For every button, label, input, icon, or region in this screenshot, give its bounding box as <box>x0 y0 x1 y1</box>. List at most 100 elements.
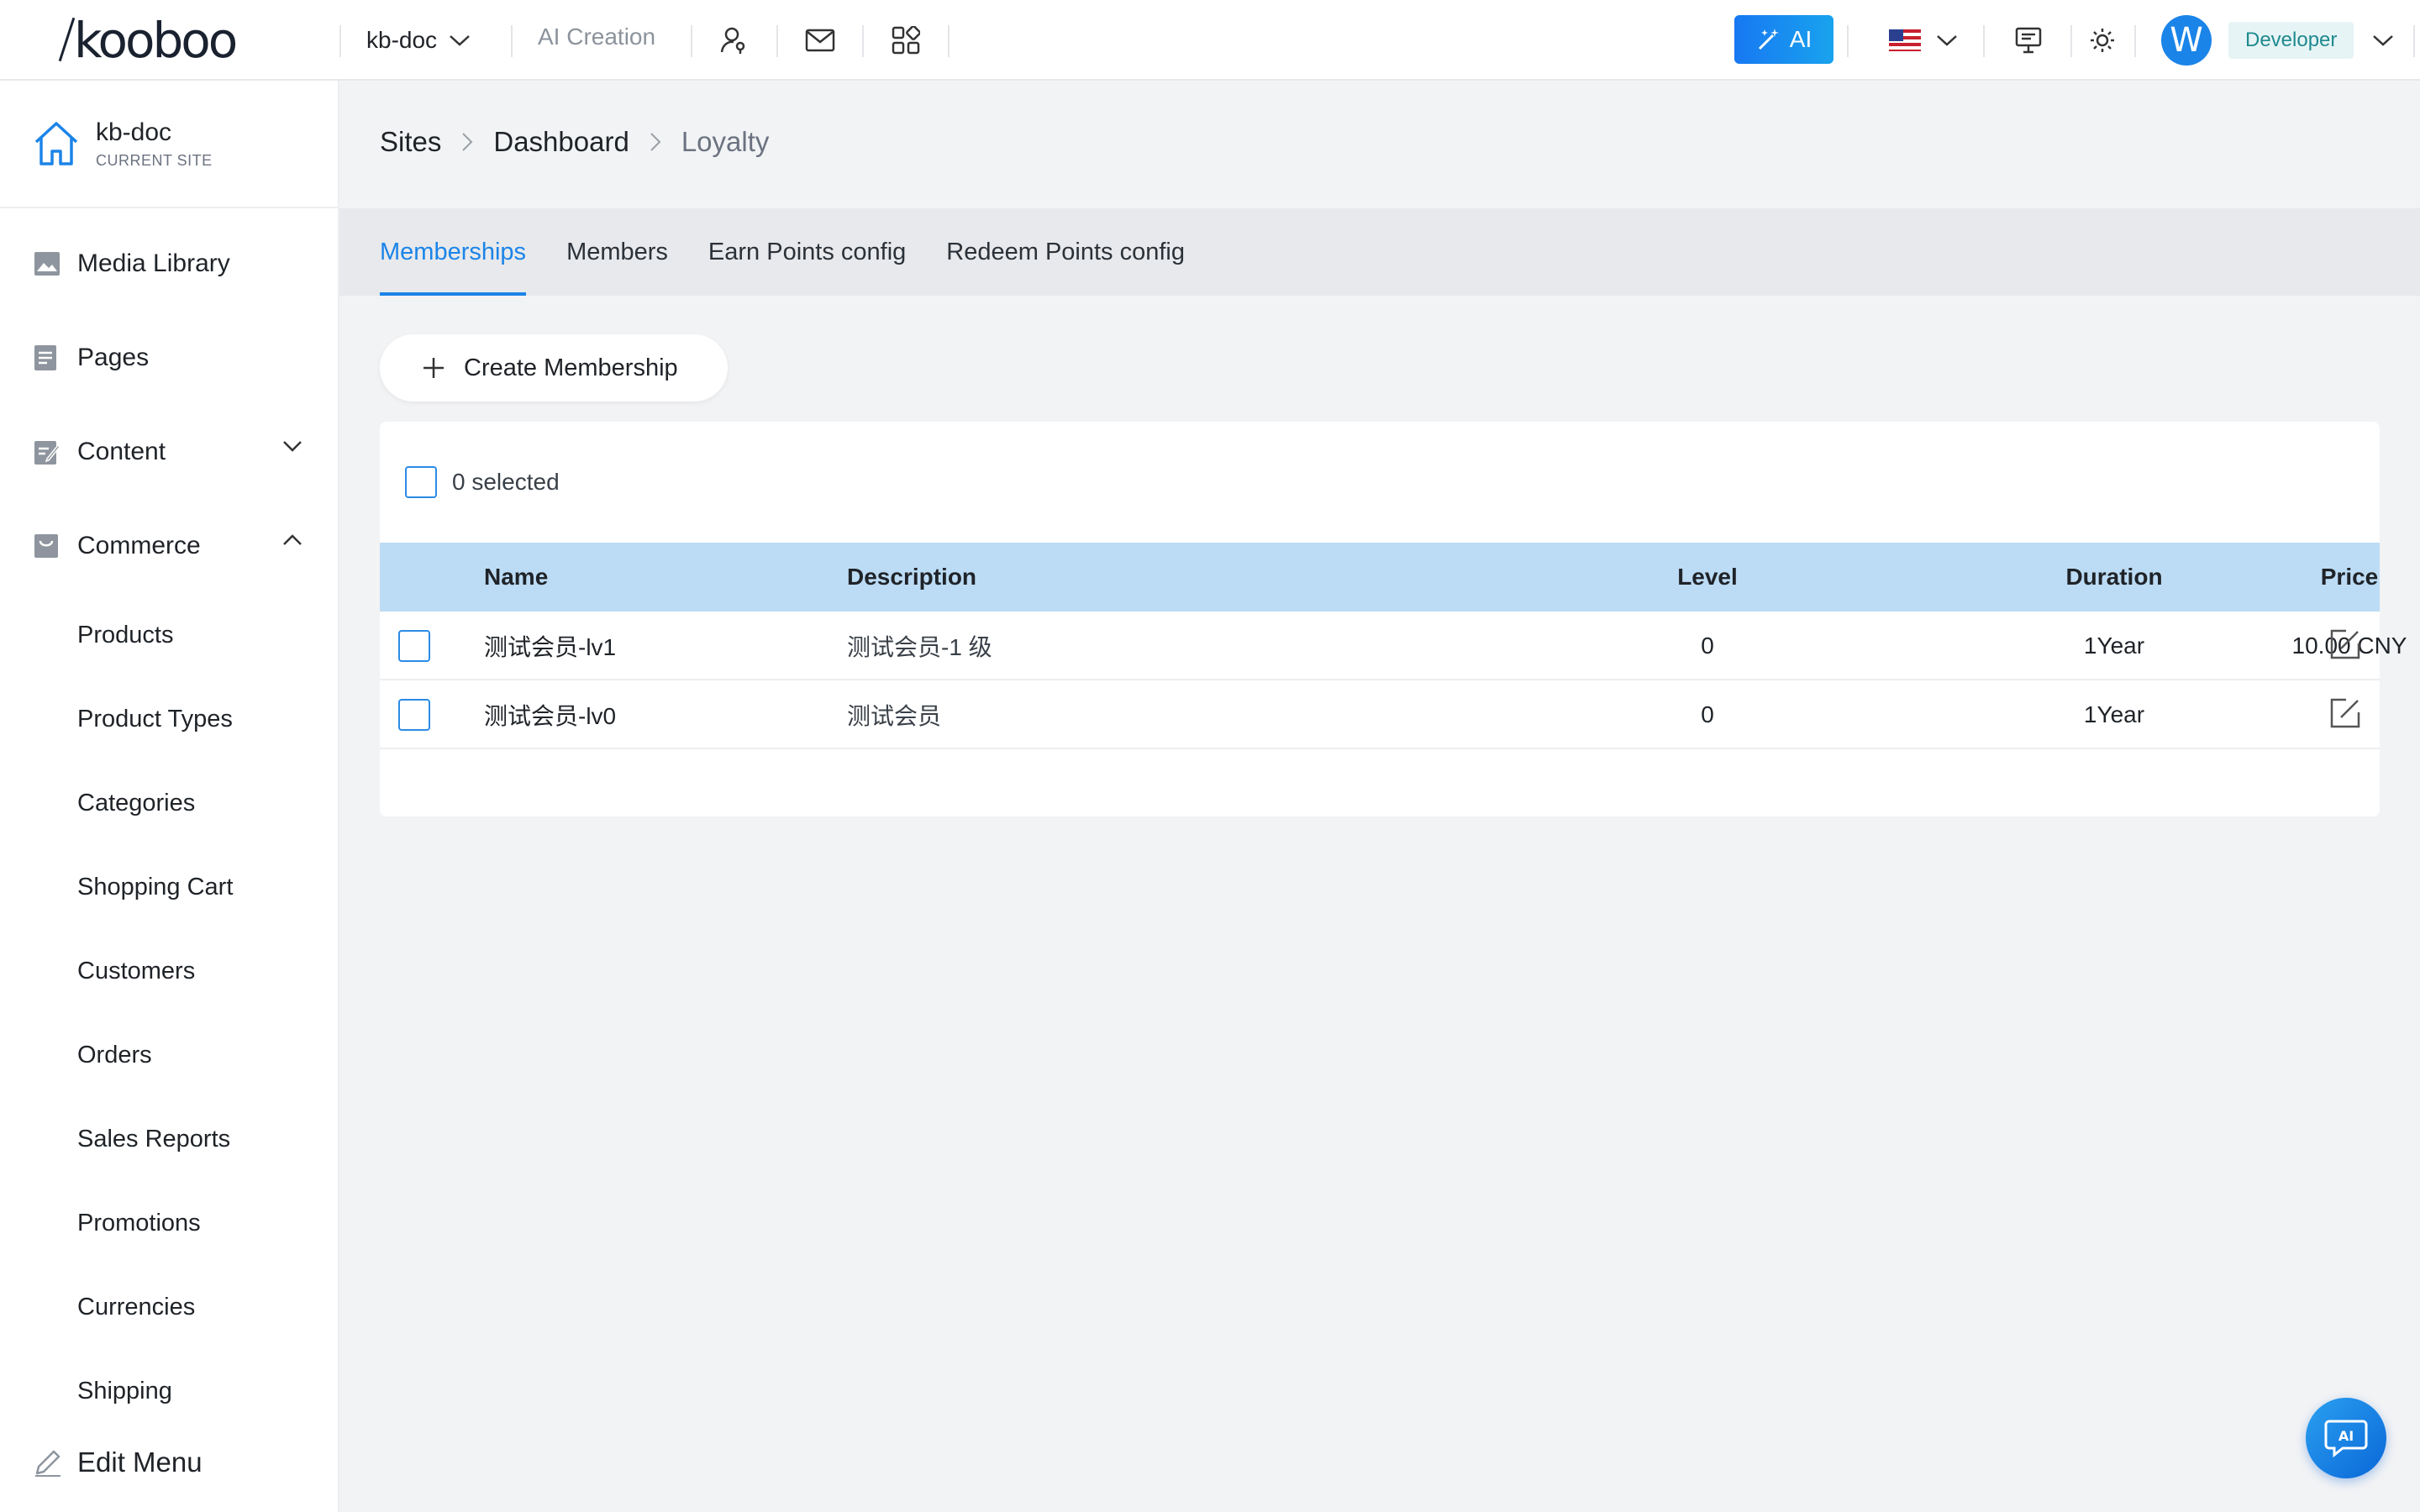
top-bar: kooboo kb-doc AI Creation AI W Developer <box>0 0 2420 81</box>
row-checkbox[interactable] <box>398 630 430 662</box>
current-site-name: kb-doc <box>96 118 172 146</box>
role-badge: Developer <box>2228 22 2354 59</box>
page-icon <box>34 344 62 372</box>
sidebar: kb-doc CURRENT SITE Media Library Pages … <box>0 81 339 1512</box>
sidebar-item-orders[interactable]: Orders <box>0 1013 338 1097</box>
kooboo-logo[interactable]: kooboo <box>74 12 276 69</box>
presentation-icon[interactable] <box>2010 22 2047 59</box>
home-icon <box>34 122 78 165</box>
role-selector[interactable]: Developer <box>2228 20 2394 60</box>
sidebar-item-promotions[interactable]: Promotions <box>0 1181 338 1265</box>
create-membership-button[interactable]: Create Membership <box>380 334 728 402</box>
table-row[interactable]: 测试会员-lv0 测试会员 0 1Year <box>380 680 2380 749</box>
current-site[interactable]: kb-doc CURRENT SITE <box>0 81 338 208</box>
cart-icon <box>34 532 62 560</box>
apps-grid-icon[interactable] <box>887 22 924 59</box>
ai-button-label: AI <box>1789 26 1812 52</box>
breadcrumb-sites[interactable]: Sites <box>380 126 441 158</box>
divider <box>1847 25 1849 57</box>
tab-earn-points-config[interactable]: Earn Points config <box>708 208 906 296</box>
membership-level: 0 <box>1701 701 1714 727</box>
content-icon <box>34 438 62 466</box>
table-row[interactable]: 测试会员-lv1 测试会员-1 级 0 1Year 10.00 CNY <box>380 612 2407 680</box>
column-header-description[interactable]: Description <box>847 543 976 612</box>
chevron-down-icon <box>2373 35 2394 46</box>
sidebar-item-media-library[interactable]: Media Library <box>0 217 338 311</box>
site-switcher[interactable]: kb-doc <box>366 22 471 59</box>
sidebar-item-customers[interactable]: Customers <box>0 929 338 1013</box>
divider <box>862 25 864 57</box>
chevron-down-icon <box>1937 35 1957 46</box>
sidebar-nav: Media Library Pages Content Commerce Pro… <box>0 208 338 1433</box>
mail-icon[interactable] <box>802 22 839 59</box>
row-checkbox[interactable] <box>398 699 430 731</box>
column-header-level[interactable]: Level <box>1623 543 1791 612</box>
sidebar-item-currencies[interactable]: Currencies <box>0 1265 338 1349</box>
magic-wand-icon <box>1758 29 1779 50</box>
divider <box>339 25 341 57</box>
sidebar-item-sales-reports[interactable]: Sales Reports <box>0 1097 338 1181</box>
ai-creation-link[interactable]: AI Creation <box>538 24 655 50</box>
divider <box>1983 25 1985 57</box>
membership-name: 测试会员-lv0 <box>484 703 617 729</box>
chevron-up-icon <box>283 534 302 545</box>
ai-assistant-button[interactable]: AI <box>2306 1398 2386 1478</box>
breadcrumb: Sites Dashboard Loyalty <box>380 121 769 163</box>
tab-members[interactable]: Members <box>566 208 668 296</box>
sidebar-item-commerce[interactable]: Commerce <box>0 499 338 593</box>
breadcrumb-dashboard[interactable]: Dashboard <box>493 126 629 158</box>
image-icon <box>34 249 62 278</box>
sidebar-item-label: Pages <box>77 344 150 371</box>
selection-count: 0 selected <box>452 469 560 495</box>
sidebar-item-pages[interactable]: Pages <box>0 311 338 405</box>
selection-bar: 0 selected <box>405 464 560 501</box>
table-header: Name Description Level Duration Price <box>380 543 2380 612</box>
tab-memberships[interactable]: Memberships <box>380 208 527 296</box>
ai-button[interactable]: AI <box>1734 15 1833 64</box>
divider <box>948 25 950 57</box>
edit-icon[interactable] <box>2329 697 2361 729</box>
membership-level: 0 <box>1701 633 1714 659</box>
chevron-right-icon <box>650 133 661 151</box>
sidebar-item-categories[interactable]: Categories <box>0 761 338 845</box>
breadcrumb-loyalty: Loyalty <box>681 126 770 157</box>
membership-description: 测试会员 <box>847 703 942 729</box>
sidebar-item-products[interactable]: Products <box>0 593 338 677</box>
sidebar-item-label: Media Library <box>77 249 230 277</box>
membership-description: 测试会员-1 级 <box>847 634 992 660</box>
sidebar-item-product-types[interactable]: Product Types <box>0 677 338 761</box>
divider <box>2070 25 2072 57</box>
plus-icon <box>424 358 444 378</box>
membership-duration: 1Year <box>2083 633 2145 659</box>
memberships-panel: 0 selected Name Description Level Durati… <box>380 422 2407 816</box>
sidebar-item-shopping-cart[interactable]: Shopping Cart <box>0 845 338 929</box>
divider <box>2413 25 2415 57</box>
sun-theme-icon[interactable] <box>2084 22 2121 59</box>
column-header-duration[interactable]: Duration <box>1988 543 2240 612</box>
membership-name: 测试会员-lv1 <box>484 634 617 660</box>
select-all-checkbox[interactable] <box>405 466 437 498</box>
create-membership-label: Create Membership <box>464 354 678 381</box>
pencil-icon <box>35 1450 60 1477</box>
sidebar-item-shipping[interactable]: Shipping <box>0 1349 338 1433</box>
us-flag-icon <box>1889 29 1921 51</box>
current-site-label: CURRENT SITE <box>96 151 213 169</box>
language-selector[interactable] <box>1889 24 1958 57</box>
svg-text:AI: AI <box>2338 1428 2354 1444</box>
divider <box>2134 25 2136 57</box>
edit-menu-label: Edit Menu <box>77 1446 203 1478</box>
tab-redeem-points-config[interactable]: Redeem Points config <box>946 208 1185 296</box>
sidebar-item-label: Content <box>77 438 166 465</box>
user-key-icon[interactable] <box>716 22 753 59</box>
column-header-name[interactable]: Name <box>484 543 548 612</box>
edit-menu-button[interactable]: Edit Menu <box>34 1441 203 1483</box>
tab-bar: Memberships Members Earn Points config R… <box>339 208 2420 296</box>
chevron-down-icon <box>283 441 302 452</box>
site-switcher-label: kb-doc <box>366 27 438 53</box>
membership-duration: 1Year <box>2083 701 2145 727</box>
edit-icon[interactable] <box>2329 628 2361 660</box>
user-avatar[interactable]: W <box>2161 15 2212 66</box>
sidebar-item-content[interactable]: Content <box>0 405 338 499</box>
chevron-right-icon <box>462 133 473 151</box>
column-header-price[interactable]: Price <box>2265 543 2420 612</box>
